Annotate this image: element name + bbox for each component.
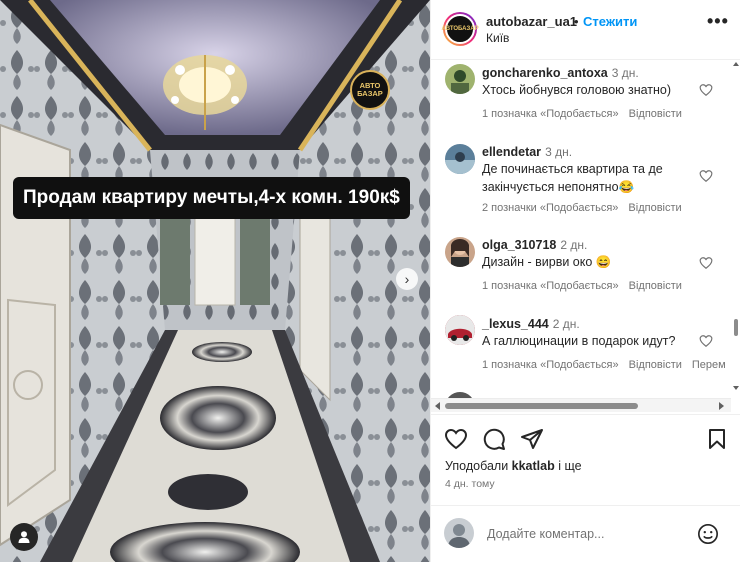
comments-horizontal-scrollbar[interactable]: [431, 398, 731, 412]
header-separator: •: [574, 14, 579, 29]
reply-button[interactable]: Відповісти: [629, 280, 682, 292]
translate-button[interactable]: Перем: [692, 359, 726, 371]
heart-icon[interactable]: [699, 334, 713, 348]
heart-icon[interactable]: [699, 169, 713, 183]
comment-text: Дизайн - вирви око 😄: [482, 255, 612, 269]
comments-vertical-scrollbar[interactable]: [731, 60, 740, 400]
heart-icon[interactable]: [699, 256, 713, 270]
comment-text: А галлюцинации в подарок идут?: [482, 334, 676, 348]
commenter-username[interactable]: olga_310718 2 дн.: [482, 238, 587, 252]
liked-prefix: Уподобали: [445, 459, 509, 473]
comment-username[interactable]: _lexus_444: [482, 317, 549, 331]
current-user-avatar: [444, 518, 474, 548]
commenter-username[interactable]: _lexus_444 2 дн.: [482, 317, 580, 331]
post-timestamp[interactable]: 4 дн. тому: [445, 478, 495, 490]
commenter-avatar[interactable]: [445, 237, 475, 267]
commenter-avatar[interactable]: [445, 144, 475, 174]
watermark-logo: АВТО БАЗАР: [350, 70, 390, 110]
person-icon: [18, 531, 30, 543]
follow-button[interactable]: Стежити: [583, 14, 637, 29]
author-username[interactable]: autobazar_ua1: [486, 14, 577, 29]
comment-likes[interactable]: 2 позначки «Подобається»: [482, 202, 618, 214]
comment-text: Хтось йобнувся головою знатно): [482, 83, 672, 97]
comments-list[interactable]: goncharenko_antoxa 3 дн. Хтось йобнувся г…: [431, 60, 740, 400]
reply-button[interactable]: Відповісти: [629, 108, 682, 120]
comment-input[interactable]: [487, 523, 687, 545]
scroll-right-arrow-icon[interactable]: [717, 402, 725, 410]
reply-button[interactable]: Відповісти: [628, 202, 681, 214]
heart-icon[interactable]: [699, 83, 713, 97]
post-actions-bar: [431, 414, 740, 458]
comment-text: Де починається квартира та де закінчуєть…: [482, 162, 663, 194]
horizontal-scroll-thumb[interactable]: [445, 403, 638, 409]
vertical-scroll-thumb: [734, 319, 738, 336]
bookmark-icon[interactable]: [705, 427, 729, 451]
comment-meta: 2 позначки «Подобається» Відповісти: [482, 202, 682, 214]
comment-username[interactable]: goncharenko_antoxa: [482, 66, 608, 80]
next-photo-button[interactable]: ›: [396, 268, 418, 290]
comment-time: 3 дн.: [545, 145, 573, 159]
liked-by-user[interactable]: kkatlab: [512, 459, 555, 473]
commenter-avatar[interactable]: [445, 64, 475, 94]
reply-button[interactable]: Відповісти: [629, 359, 682, 371]
send-icon[interactable]: [520, 427, 544, 451]
commenter-username[interactable]: ellendetar 3 дн.: [482, 145, 572, 159]
author-avatar[interactable]: АВТОБАЗАР: [441, 12, 479, 46]
author-avatar-text: АВТОБАЗАР: [441, 14, 479, 44]
comment-username[interactable]: ellendetar: [482, 145, 541, 159]
scroll-left-arrow-icon[interactable]: [434, 402, 442, 410]
watermark-bottom: БАЗАР: [357, 89, 383, 98]
post-location[interactable]: Київ: [486, 31, 509, 45]
post-side-panel: АВТОБАЗАР autobazar_ua1 • Стежити Київ •…: [430, 0, 740, 562]
post-photo[interactable]: АВТО БАЗАР Продам квартиру мечты,4-х ком…: [0, 0, 430, 562]
liked-others[interactable]: і ще: [558, 459, 581, 473]
tagged-people-button[interactable]: [10, 523, 38, 551]
commenter-avatar[interactable]: [445, 315, 475, 345]
comment-meta: 1 позначка «Подобається» Відповісти Перем: [482, 359, 726, 371]
comment-time: 2 дн.: [552, 317, 580, 331]
comment-likes[interactable]: 1 позначка «Подобається»: [482, 359, 619, 371]
liked-by-summary: Уподобали kkatlab і ще: [445, 459, 582, 473]
post-header: АВТОБАЗАР autobazar_ua1 • Стежити Київ •…: [431, 0, 740, 60]
post-caption-overlay: Продам квартиру мечты,4-х комн. 190к$: [13, 177, 410, 219]
comment-likes[interactable]: 1 позначка «Подобається»: [482, 280, 619, 292]
heart-icon[interactable]: [444, 427, 468, 451]
comment-meta: 1 позначка «Подобається» Відповісти: [482, 280, 682, 292]
comment-username[interactable]: olga_310718: [482, 238, 556, 252]
comment-time: 2 дн.: [560, 238, 588, 252]
comment-time: 3 дн.: [611, 66, 639, 80]
comment-icon[interactable]: [482, 427, 506, 451]
commenter-username[interactable]: goncharenko_antoxa 3 дн.: [482, 66, 639, 80]
comment-meta: 1 позначка «Подобається» Відповісти: [482, 108, 682, 120]
more-options-button[interactable]: •••: [707, 12, 729, 30]
smiley-icon[interactable]: [697, 523, 719, 545]
comment-likes[interactable]: 1 позначка «Подобається»: [482, 108, 619, 120]
chevron-right-icon: ›: [404, 271, 410, 287]
comment-composer: [431, 505, 740, 562]
